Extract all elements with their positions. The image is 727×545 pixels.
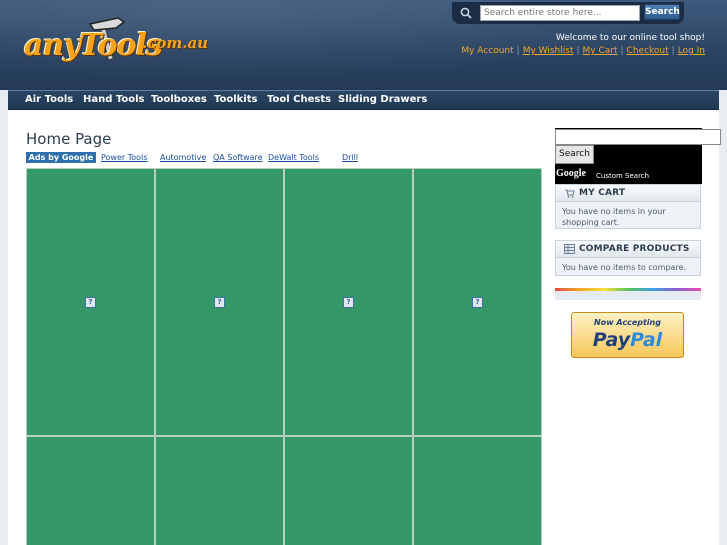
ad-link-dewalt-tools[interactable]: DeWalt Tools [268, 152, 319, 163]
compare-empty-message: You have no items to compare. [562, 263, 687, 272]
search-input[interactable] [480, 5, 640, 21]
ad-placeholder[interactable] [155, 436, 284, 545]
link-separator: | [516, 46, 520, 56]
paypal-badge[interactable]: Now Accepting PayPal [571, 312, 684, 358]
ad-placeholder[interactable]: ? [155, 168, 284, 436]
nav-item-hand-tools[interactable]: Hand Tools [83, 94, 145, 105]
custom-search-label: Custom Search [596, 172, 650, 180]
main-nav: Air Tools Hand Tools Toolboxes Toolkits … [8, 90, 719, 110]
google-search-button[interactable]: Search [555, 145, 594, 164]
link-separator: | [620, 46, 624, 56]
ad-placeholder[interactable] [413, 436, 542, 545]
ad-placeholder[interactable] [284, 436, 413, 545]
ad-grid: ? ? ? ? [26, 168, 542, 545]
my-account-link[interactable]: My Account [461, 46, 513, 56]
broken-image-icon: ? [472, 297, 483, 308]
divider-strip [555, 291, 701, 300]
cart-empty-message: You have no items in your shopping cart. [562, 207, 666, 227]
nav-item-air-tools[interactable]: Air Tools [25, 94, 73, 105]
cart-block-header: MY CART [556, 185, 700, 202]
cart-block: MY CART You have no items in your shoppi… [555, 184, 701, 229]
compare-block: COMPARE PRODUCTS You have no items to co… [555, 240, 701, 276]
google-ad-links: Ads by Google Power Tools Automotive QA … [26, 152, 546, 164]
nav-item-tool-chests[interactable]: Tool Chests [267, 94, 331, 105]
ads-by-google-badge[interactable]: Ads by Google [26, 152, 96, 163]
cart-icon [565, 189, 575, 198]
ad-placeholder[interactable] [26, 436, 155, 545]
account-links: My Account | My Wishlist | My Cart | Checkout |… [461, 46, 705, 56]
my-cart-link[interactable]: My Cart [583, 46, 618, 56]
site-logo[interactable]: anyTools .com.au [24, 14, 214, 64]
welcome-message: Welcome to our online tool shop! [555, 33, 705, 43]
log-in-link[interactable]: Log In [678, 46, 705, 56]
my-wishlist-link[interactable]: My Wishlist [523, 46, 574, 56]
broken-image-icon: ? [85, 297, 96, 308]
google-custom-search: Search Google Custom Search [555, 128, 721, 184]
nav-item-toolboxes[interactable]: Toolboxes [151, 94, 207, 105]
ad-link-automotive[interactable]: Automotive [160, 152, 206, 163]
google-search-input[interactable] [555, 129, 721, 145]
nav-item-sliding-drawers[interactable]: Sliding Drawers [338, 94, 427, 105]
magnifier-icon [460, 7, 472, 19]
paypal-logo-pay: Pay [592, 329, 631, 351]
checkout-link[interactable]: Checkout [627, 46, 669, 56]
link-separator: | [671, 46, 675, 56]
broken-image-icon: ? [343, 297, 354, 308]
google-logo: Google [556, 168, 586, 179]
ad-placeholder[interactable]: ? [26, 168, 155, 436]
search-button[interactable]: Search [644, 4, 680, 20]
compare-title: COMPARE PRODUCTS [579, 244, 690, 254]
paypal-accepting-text: Now Accepting [594, 318, 661, 327]
ad-link-power-tools[interactable]: Power Tools [101, 152, 147, 163]
paypal-logo: PayPal [572, 329, 683, 351]
logo-domain: .com.au [142, 34, 209, 52]
link-separator: | [576, 46, 580, 56]
ad-link-qa-software[interactable]: QA Software [213, 152, 263, 163]
paypal-logo-pal: Pal [630, 329, 663, 351]
ad-link-drill[interactable]: Drill [342, 152, 358, 163]
ad-placeholder[interactable]: ? [413, 168, 542, 436]
compare-icon [564, 244, 575, 254]
compare-block-header: COMPARE PRODUCTS [556, 241, 700, 258]
ad-placeholder[interactable]: ? [284, 168, 413, 436]
cart-title: MY CART [579, 188, 626, 198]
broken-image-icon: ? [214, 297, 225, 308]
nav-item-toolkits[interactable]: Toolkits [214, 94, 257, 105]
page-title: Home Page [26, 130, 112, 148]
